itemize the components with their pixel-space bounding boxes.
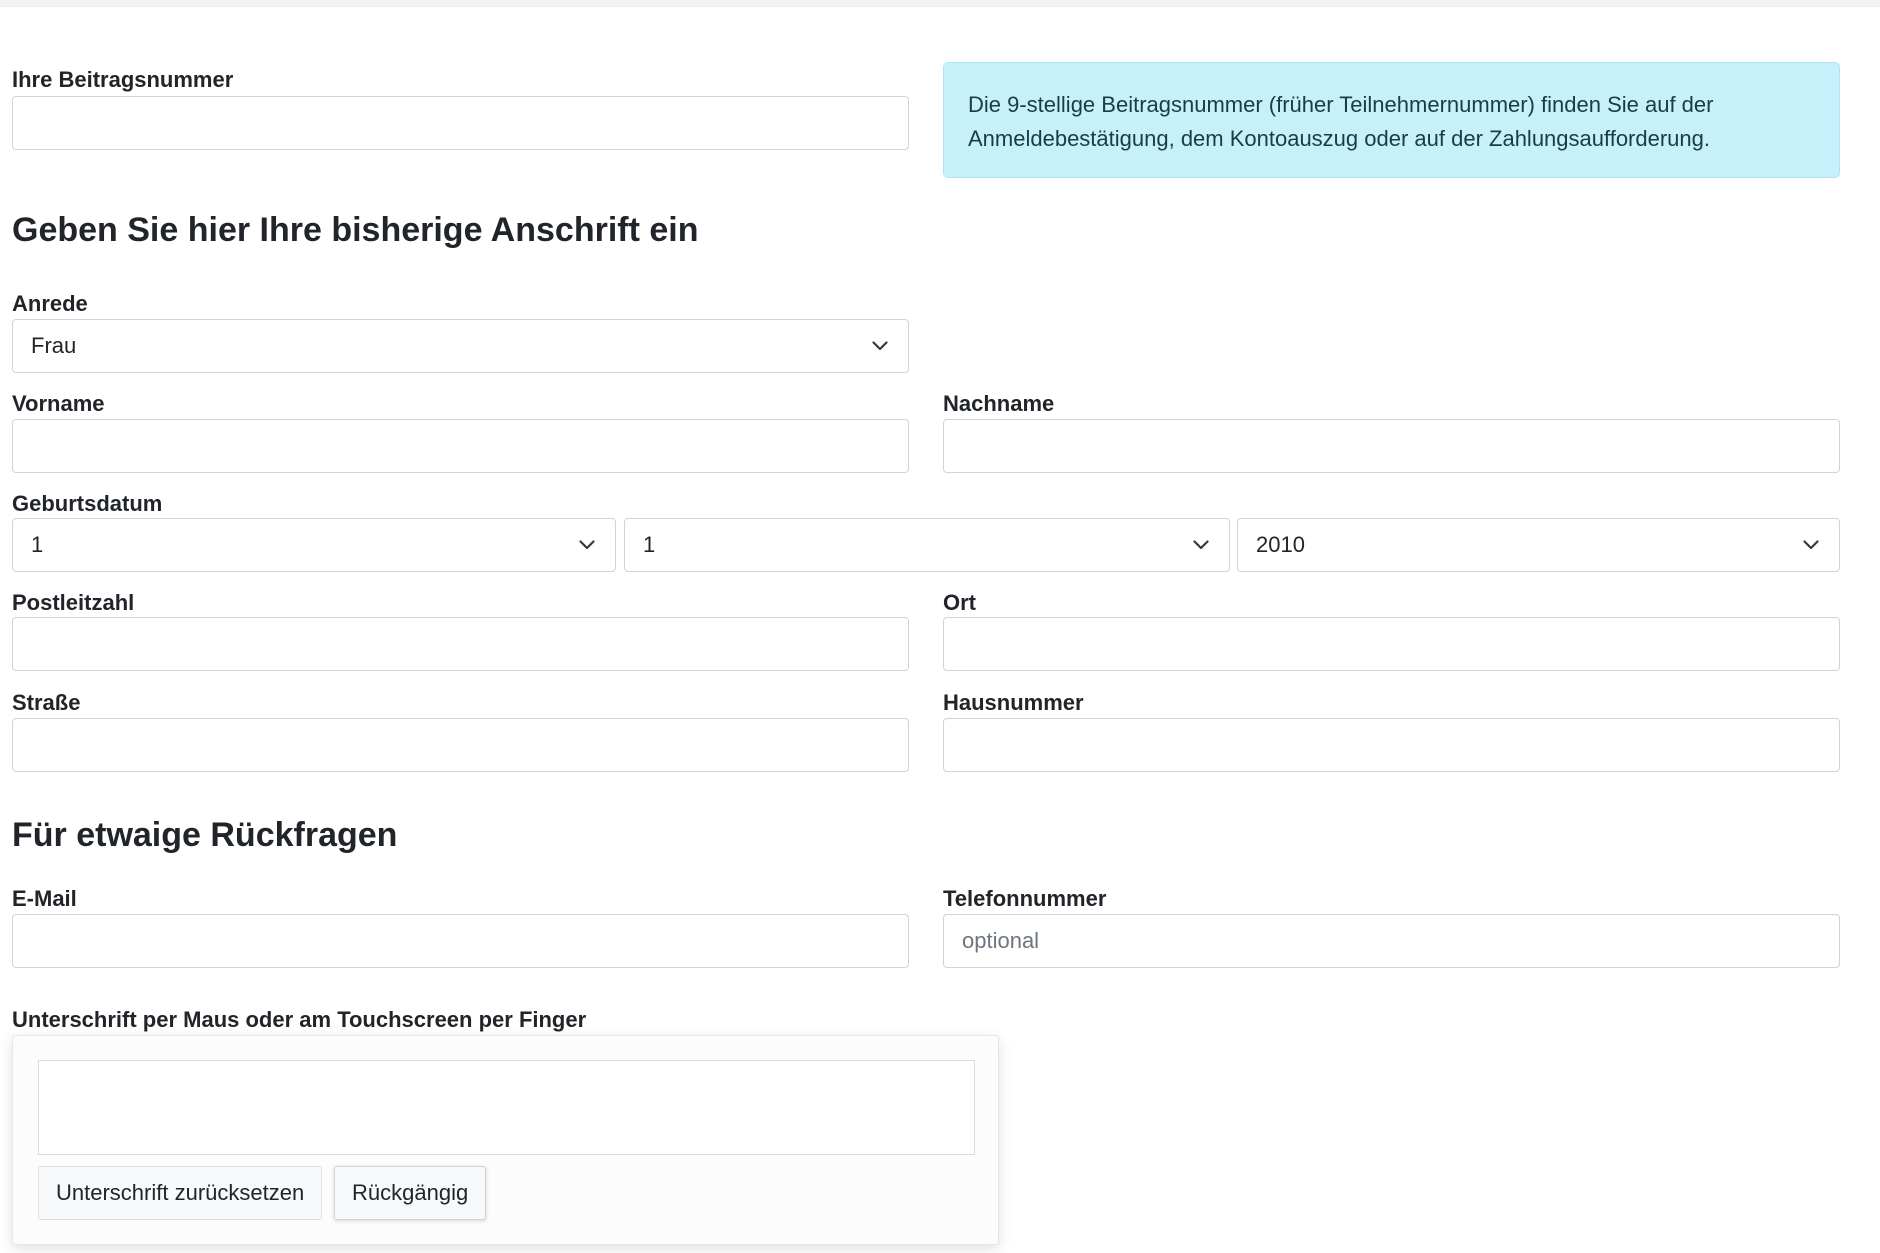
contact-heading: Für etwaige Rückfragen — [12, 816, 398, 854]
contribution-number-input[interactable] — [12, 96, 909, 150]
chevron-down-icon — [1193, 536, 1211, 554]
birth-month-select[interactable]: 1 — [624, 518, 1230, 572]
reset-signature-button[interactable]: Unterschrift zurücksetzen — [38, 1166, 323, 1220]
undo-button[interactable]: Rückgängig — [334, 1166, 487, 1220]
lastname-input[interactable] — [943, 419, 1840, 473]
birth-month-value: 1 — [643, 532, 656, 557]
city-label: Ort — [943, 590, 976, 615]
city-input[interactable] — [943, 617, 1840, 671]
street-label: Straße — [12, 690, 81, 715]
salutation-value: Frau — [31, 333, 77, 358]
signature-label: Unterschrift per Maus oder am Touchscree… — [12, 1007, 587, 1032]
zip-label: Postleitzahl — [12, 590, 135, 615]
birth-year-value: 2010 — [1256, 532, 1305, 557]
firstname-input[interactable] — [12, 419, 909, 473]
top-bar — [0, 0, 1880, 7]
email-input[interactable] — [12, 914, 909, 968]
phone-input[interactable] — [943, 914, 1840, 968]
contribution-info-text: Die 9-stellige Beitragsnummer (früher Te… — [968, 92, 1714, 151]
signature-panel: Unterschrift zurücksetzen Rückgängig — [12, 1035, 999, 1245]
firstname-label: Vorname — [12, 391, 105, 416]
birth-year-select[interactable]: 2010 — [1237, 518, 1840, 572]
chevron-down-icon — [1803, 536, 1821, 554]
birth-day-value: 1 — [31, 532, 44, 557]
address-heading: Geben Sie hier Ihre bisherige Anschrift … — [12, 211, 699, 249]
chevron-down-icon — [872, 337, 890, 355]
zip-input[interactable] — [12, 617, 909, 671]
contribution-number-label: Ihre Beitragsnummer — [12, 67, 234, 92]
housenumber-input[interactable] — [943, 718, 1840, 772]
email-label: E-Mail — [12, 886, 77, 911]
birth-day-select[interactable]: 1 — [12, 518, 616, 572]
lastname-label: Nachname — [943, 391, 1055, 416]
signature-canvas[interactable] — [38, 1060, 975, 1155]
chevron-down-icon — [579, 536, 597, 554]
phone-label: Telefonnummer — [943, 886, 1107, 911]
contribution-info-alert: Die 9-stellige Beitragsnummer (früher Te… — [943, 62, 1840, 178]
housenumber-label: Hausnummer — [943, 690, 1084, 715]
salutation-select[interactable]: Frau — [12, 319, 909, 373]
street-input[interactable] — [12, 718, 909, 772]
birthdate-label: Geburtsdatum — [12, 491, 163, 516]
salutation-label: Anrede — [12, 291, 88, 316]
